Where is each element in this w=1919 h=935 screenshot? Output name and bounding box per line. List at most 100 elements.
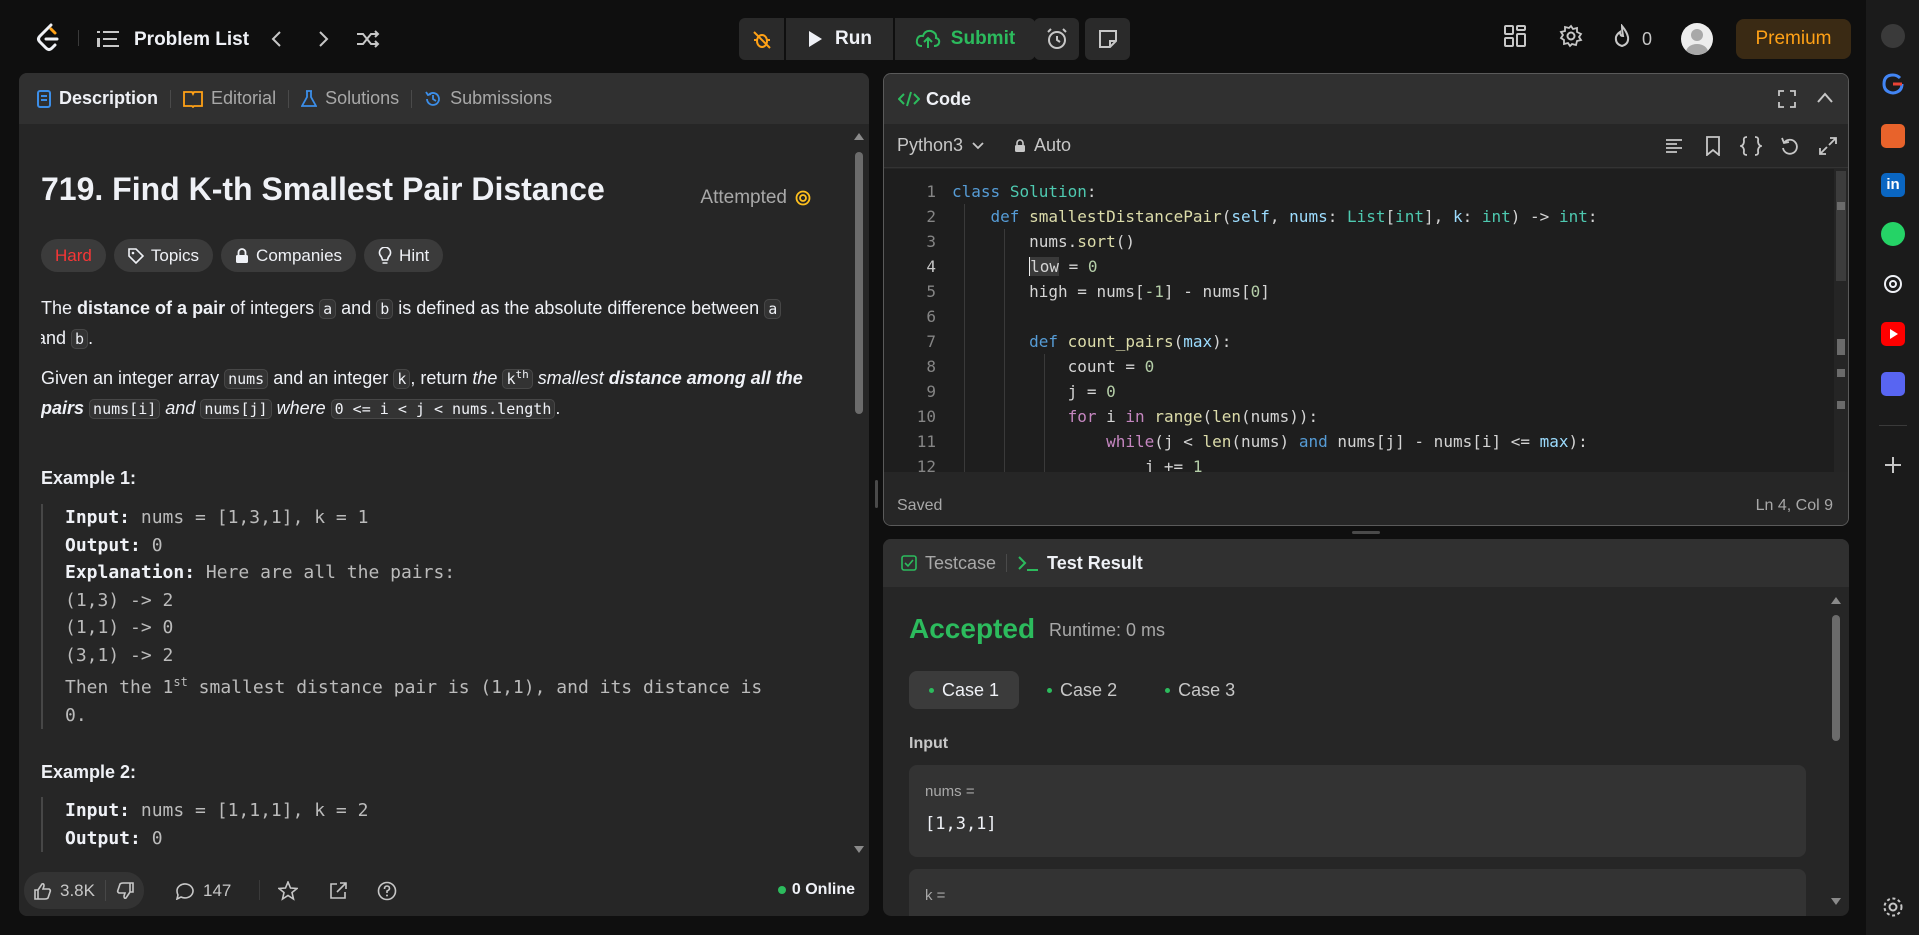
timer-button[interactable]	[1034, 18, 1079, 60]
dislike-button[interactable]	[106, 872, 144, 909]
case-tabs: Case 1 Case 2 Case 3	[909, 671, 1255, 709]
input-name: nums =	[925, 783, 975, 800]
case-tab-2[interactable]: Case 2	[1027, 671, 1137, 709]
topics-chip[interactable]: Topics	[113, 239, 214, 272]
settings-gear-icon[interactable]	[1559, 24, 1583, 48]
tab-label: Description	[59, 88, 159, 108]
leetcode-logo-icon[interactable]	[34, 23, 62, 53]
example-1-title: Example 1:	[41, 468, 137, 488]
problem-list-title[interactable]: Problem List	[134, 29, 249, 51]
vertical-resize-handle[interactable]	[875, 480, 878, 508]
list-icon[interactable]	[97, 30, 119, 48]
inline-code: kth	[502, 368, 533, 389]
tab-description[interactable]: Description	[19, 88, 170, 109]
companies-chip[interactable]: Companies	[221, 239, 357, 272]
text-bold: distance of a pair	[77, 298, 226, 318]
flame-icon[interactable]	[1612, 24, 1632, 48]
text: and an integer	[268, 368, 394, 388]
input-name: k =	[925, 887, 946, 904]
text: .	[88, 328, 94, 348]
text-italic: the	[472, 368, 498, 388]
bug-icon	[752, 31, 771, 49]
input-box-nums: nums = [1,3,1]	[909, 765, 1806, 857]
text: is defined as the absolute difference be…	[393, 298, 765, 318]
hint-chip[interactable]: Hint	[364, 239, 444, 272]
tab-testcase[interactable]: Testcase	[901, 553, 996, 574]
reset-icon[interactable]	[1780, 136, 1800, 156]
scrollbar-thumb[interactable]	[1836, 171, 1846, 281]
description-panel: Description Editorial Solutions Submissi…	[19, 73, 869, 916]
star-icon[interactable]	[278, 881, 298, 901]
mode-label: Auto	[1034, 135, 1072, 155]
question-title[interactable]: 719. Find K-th Smallest Pair Distance	[41, 173, 605, 205]
code-line: 1 class Solution:	[926, 182, 1097, 201]
case-tab-1[interactable]: Case 1	[909, 671, 1020, 709]
share-icon[interactable]	[328, 881, 348, 901]
tab-label: Editorial	[211, 88, 277, 108]
debug-button[interactable]	[739, 18, 784, 60]
layout-icon[interactable]	[1503, 24, 1527, 48]
curly-braces-icon[interactable]	[1740, 136, 1762, 156]
superscript: th	[515, 368, 529, 381]
scroll-up-icon[interactable]	[853, 131, 865, 141]
text: , return	[410, 368, 473, 388]
run-button[interactable]: Run	[786, 18, 893, 60]
collapse-chevron-icon[interactable]	[1816, 91, 1834, 105]
tab-editorial[interactable]: Editorial	[171, 88, 288, 109]
toolbox-icon[interactable]	[1881, 124, 1905, 148]
chatgpt-icon[interactable]	[1881, 272, 1905, 296]
shuffle-icon[interactable]	[355, 28, 381, 50]
input-value[interactable]: [1,3,1]	[925, 814, 997, 834]
tab-test-result[interactable]: Test Result	[1017, 553, 1143, 574]
lock-icon	[1015, 138, 1025, 152]
gear-icon[interactable]	[1881, 895, 1905, 919]
difficulty-badge[interactable]: Hard	[41, 239, 106, 272]
horizontal-resize-handle[interactable]	[1352, 531, 1380, 534]
auto-mode-toggle[interactable]: Auto	[1014, 135, 1071, 156]
submit-button[interactable]: Submit	[895, 18, 1035, 60]
book-icon	[183, 90, 203, 108]
expand-icon[interactable]	[1818, 136, 1838, 156]
note-icon	[1098, 30, 1117, 48]
tab-submissions[interactable]: Submissions	[412, 88, 564, 109]
code-line: 5 high = nums[-1] - nums[0]	[926, 282, 1270, 301]
like-button[interactable]: 3.8K	[24, 872, 105, 909]
tab-solutions[interactable]: Solutions	[289, 88, 411, 109]
code-line: 7 def count_pairs(max):	[926, 332, 1232, 351]
language-select[interactable]: Python3	[897, 135, 985, 156]
description-paragraph-2: Given an integer array nums and an integ…	[41, 360, 841, 424]
google-icon[interactable]	[1881, 72, 1905, 96]
comments-button[interactable]: 147	[175, 881, 231, 901]
premium-button[interactable]: Premium	[1736, 19, 1851, 59]
scrollbar-thumb[interactable]	[1832, 615, 1840, 741]
discord-icon[interactable]	[1881, 372, 1905, 396]
scroll-down-icon[interactable]	[853, 845, 865, 855]
case-tab-3[interactable]: Case 3	[1145, 671, 1255, 709]
code-editor[interactable]: 1 class Solution: 2 def smallestDistanceP…	[884, 169, 1834, 472]
run-label: Run	[835, 28, 872, 49]
plus-icon[interactable]	[1883, 455, 1903, 475]
youtube-icon[interactable]	[1881, 322, 1905, 346]
editor-scrollbar[interactable]	[1834, 169, 1848, 472]
notes-button[interactable]	[1085, 18, 1130, 60]
bookmark-icon[interactable]	[1706, 136, 1720, 156]
scrollbar-thumb[interactable]	[855, 152, 863, 414]
whatsapp-icon[interactable]	[1881, 222, 1905, 246]
code-status-bar: Saved Ln 4, Col 9	[884, 487, 1848, 525]
save-status: Saved	[897, 497, 943, 514]
scroll-down-icon[interactable]	[1830, 897, 1842, 907]
label: Output:	[65, 827, 141, 849]
chevron-left-icon[interactable]	[266, 28, 288, 50]
format-lines-icon[interactable]	[1665, 137, 1683, 155]
maximize-icon[interactable]	[1778, 90, 1796, 108]
scroll-up-icon[interactable]	[1830, 595, 1842, 605]
help-icon[interactable]	[377, 881, 397, 901]
verdict: Accepted	[909, 613, 1036, 644]
chevron-right-icon[interactable]	[312, 28, 334, 50]
linkedin-icon[interactable]: in	[1881, 173, 1905, 197]
value: 0	[140, 534, 163, 556]
avatar[interactable]	[1681, 23, 1713, 55]
github-icon[interactable]	[1881, 24, 1905, 48]
flask-icon	[301, 89, 318, 107]
tag-chips: Hard Topics Companies Hint	[41, 239, 444, 272]
